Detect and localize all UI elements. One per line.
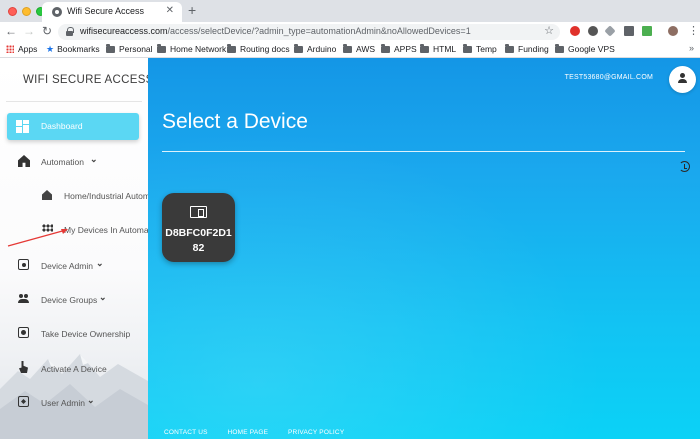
address-bar[interactable]: wifisecureaccess.com/access/selectDevice…	[58, 24, 560, 40]
folder-icon	[505, 44, 514, 53]
sidebar-item-label: Home/Industrial Automation	[64, 191, 148, 201]
bookmark-folder[interactable]: Temp	[463, 44, 497, 54]
device-card[interactable]: D8BFC0F2D182	[162, 193, 235, 262]
folder-icon	[555, 44, 564, 53]
bookmarks-bar: Apps ★ Bookmarks Personal Home Network Ro…	[0, 41, 700, 58]
bookmark-folder[interactable]: Google VPS	[555, 44, 615, 54]
chevron-down-icon: ⌄	[90, 154, 98, 164]
brand-title: WIFI SECURE ACCESS	[23, 74, 148, 86]
forward-arrow-icon[interactable]: →	[22, 24, 36, 38]
sidebar-item-label: Automation	[41, 157, 84, 167]
chevron-down-icon: ⌄	[96, 258, 104, 268]
folder-icon	[227, 44, 236, 53]
apps-grid-icon	[6, 45, 14, 53]
tab-close-icon[interactable]: ✕	[166, 5, 174, 16]
bookmarks-overflow-button[interactable]: »	[689, 43, 694, 53]
close-window-button[interactable]	[8, 7, 17, 16]
extension-icon[interactable]	[624, 26, 634, 36]
tab-title: Wifi Secure Access	[67, 6, 145, 16]
divider	[162, 151, 685, 152]
footer-link-privacy-policy[interactable]: PRIVACY POLICY	[288, 429, 344, 436]
person-icon	[678, 73, 687, 85]
sidebar-item-label: Device Groups	[41, 295, 98, 305]
user-admin-icon	[18, 396, 29, 407]
folder-icon	[420, 44, 429, 53]
divider	[6, 101, 142, 102]
bookmark-folder[interactable]: Home Network	[157, 44, 226, 54]
footer-link-contact-us[interactable]: CONTACT US	[164, 429, 208, 436]
new-tab-button[interactable]: +	[188, 2, 196, 18]
folder-icon	[157, 44, 166, 53]
folder-icon	[343, 44, 352, 53]
bookmark-folder[interactable]: HTML	[420, 44, 456, 54]
bookmark-folder[interactable]: Personal	[106, 44, 153, 54]
dashboard-icon	[16, 120, 29, 133]
footer: CONTACT US HOME PAGE PRIVACY POLICY	[164, 429, 362, 436]
group-icon	[18, 293, 30, 305]
bookmark-folder[interactable]: APPS	[381, 44, 417, 54]
reload-icon[interactable]: ↻	[40, 24, 54, 38]
history-icon[interactable]	[679, 161, 690, 172]
sidebar-item-label: User Admin	[41, 398, 85, 408]
extension-icon[interactable]	[642, 26, 652, 36]
sidebar-item-label: My Devices In Automation	[64, 225, 148, 235]
bookmark-folder[interactable]: Arduino	[294, 44, 336, 54]
chevron-down-icon: ⌄	[87, 395, 95, 405]
bookmark-folder[interactable]: Routing docs	[227, 44, 290, 54]
bookmark-apps[interactable]: Apps	[6, 44, 37, 54]
sidebar-item-label: Take Device Ownership	[41, 329, 131, 339]
lock-icon	[66, 27, 74, 36]
bookmark-bookmarks[interactable]: ★ Bookmarks	[46, 44, 100, 55]
extension-icon[interactable]	[588, 26, 598, 36]
home-icon	[42, 190, 52, 200]
app: WIFI SECURE ACCESS Dashboard Automation …	[0, 58, 700, 439]
sidebar-item-label: Device Admin	[41, 261, 93, 271]
minimize-window-button[interactable]	[22, 7, 31, 16]
admin-icon	[18, 259, 29, 270]
bookmark-folder[interactable]: AWS	[343, 44, 375, 54]
bookmark-star-icon[interactable]: ☆	[544, 24, 554, 37]
browser-tab-bar: Wifi Secure Access ✕ +	[0, 0, 700, 22]
account-button[interactable]	[669, 66, 696, 93]
browser-toolbar: ← → ↻ wifisecureaccess.com/access/select…	[0, 22, 700, 41]
home-icon	[18, 155, 30, 167]
folder-icon	[294, 44, 303, 53]
sidebar-item-label: Dashboard	[41, 121, 83, 131]
footer-link-home-page[interactable]: HOME PAGE	[227, 429, 268, 436]
main-content: TEST53680@GMAIL.COM Select a Device D8BF…	[148, 58, 700, 439]
annotation-arrow	[7, 229, 68, 247]
browser-tab[interactable]: Wifi Secure Access ✕	[42, 2, 182, 22]
devices-icon	[190, 206, 207, 218]
profile-avatar[interactable]	[668, 26, 678, 36]
ownership-icon	[18, 327, 29, 338]
sidebar: WIFI SECURE ACCESS Dashboard Automation …	[0, 58, 148, 439]
folder-icon	[381, 44, 390, 53]
user-email: TEST53680@GMAIL.COM	[564, 74, 653, 81]
star-icon: ★	[46, 44, 55, 54]
folder-icon	[463, 44, 472, 53]
adblock-extension-icon[interactable]	[570, 26, 580, 36]
favicon-icon	[52, 7, 62, 17]
device-id: D8BFC0F2D182	[165, 227, 232, 254]
dropbox-extension-icon[interactable]	[604, 25, 616, 37]
bookmark-folder[interactable]: Funding	[505, 44, 549, 54]
sidebar-item-label: Activate A Device	[41, 364, 107, 374]
sidebar-item-dashboard[interactable]: Dashboard	[7, 113, 139, 140]
chevron-down-icon: ⌄	[99, 292, 107, 302]
back-arrow-icon[interactable]: ←	[4, 24, 18, 38]
folder-icon	[106, 44, 115, 53]
browser-menu-icon[interactable]: ⋮	[688, 24, 699, 37]
page-title: Select a Device	[162, 110, 308, 133]
url-text[interactable]: wifisecureaccess.com/access/selectDevice…	[80, 26, 471, 36]
